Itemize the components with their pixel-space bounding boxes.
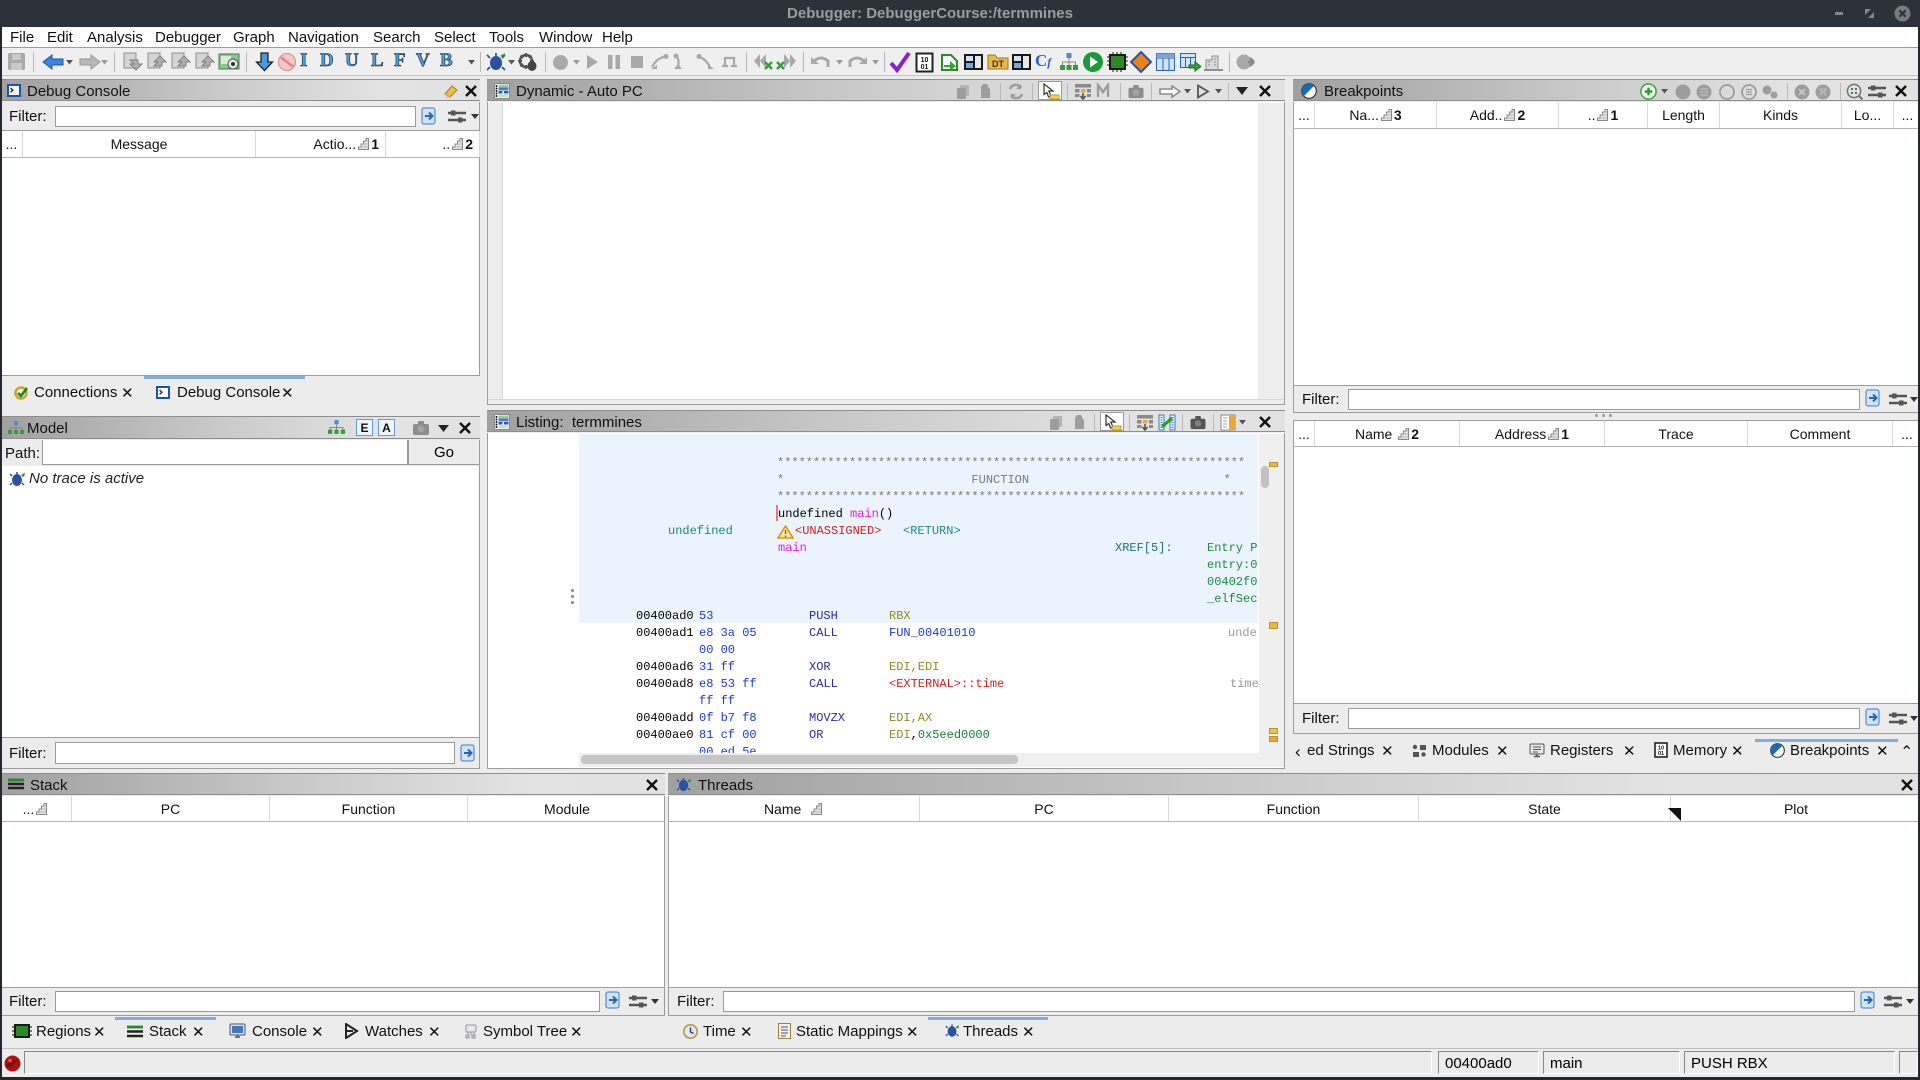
svg-text:10: 10 [921,57,929,64]
svg-text:DT: DT [992,59,1004,69]
svg-text:E: E [360,421,368,435]
svg-text:01: 01 [1658,751,1664,757]
svg-text:01: 01 [921,64,929,71]
svg-text:A: A [382,421,391,435]
